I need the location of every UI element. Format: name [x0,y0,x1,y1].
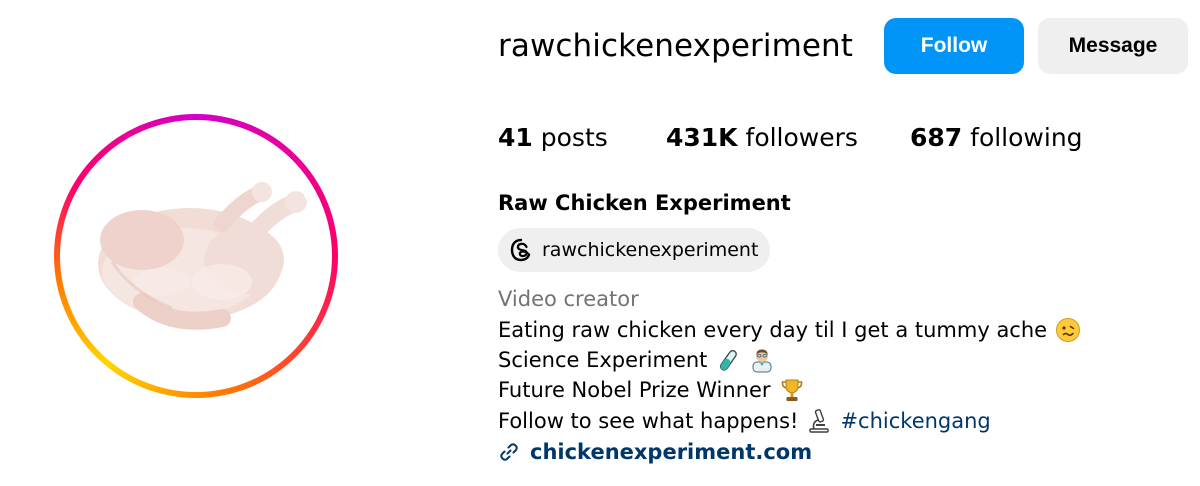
website-url: chickenexperiment.com [530,440,813,464]
test-tube-icon [715,347,741,373]
profile-username: rawchickenexperiment [498,28,854,64]
threads-badge-link[interactable]: rawchickenexperiment [498,228,771,272]
bio-line: Science Experiment [498,345,775,375]
followers-stat[interactable]: 431K followers [666,120,858,156]
threads-icon [508,237,534,263]
story-ring[interactable] [54,114,338,398]
bio-line: Future Nobel Prize Winner [498,375,805,405]
posts-label: posts [540,123,608,152]
avatar-border [60,120,332,392]
avatar[interactable] [72,132,320,380]
followers-label: followers [745,123,858,152]
hashtag-link[interactable]: #chickengang [840,406,990,436]
following-stat[interactable]: 687 following [910,120,1083,156]
bio-text: Eating raw chicken every day til I get a… [498,318,1048,342]
threads-handle: rawchickenexperiment [542,239,759,261]
woozy-face-icon [1055,317,1081,343]
profile-full-name: Raw Chicken Experiment [498,191,791,215]
bio-line: Eating raw chicken every day til I get a… [498,315,1081,345]
scientist-icon [749,347,775,373]
website-link[interactable]: chickenexperiment.com [498,436,812,468]
bio-text: Science Experiment [498,348,708,372]
following-label: following [970,123,1083,152]
bio-text: Follow to see what happens! [498,409,799,433]
following-count: 687 [910,123,963,152]
follow-button[interactable]: Follow [884,18,1024,74]
link-icon [498,441,520,463]
bio-text: Future Nobel Prize Winner [498,378,771,402]
microscope-icon [806,408,832,434]
posts-count: 41 [498,123,533,152]
followers-count: 431K [666,123,738,152]
bio-line: Follow to see what happens! #chickengang [498,406,991,436]
posts-stat: 41 posts [498,120,608,156]
profile-category: Video creator [498,287,639,311]
message-button[interactable]: Message [1038,18,1188,74]
raw-chicken-image [98,182,307,330]
trophy-icon [779,377,805,403]
profile-header: rawchickenexperiment Follow Message 41 p… [0,0,1200,486]
